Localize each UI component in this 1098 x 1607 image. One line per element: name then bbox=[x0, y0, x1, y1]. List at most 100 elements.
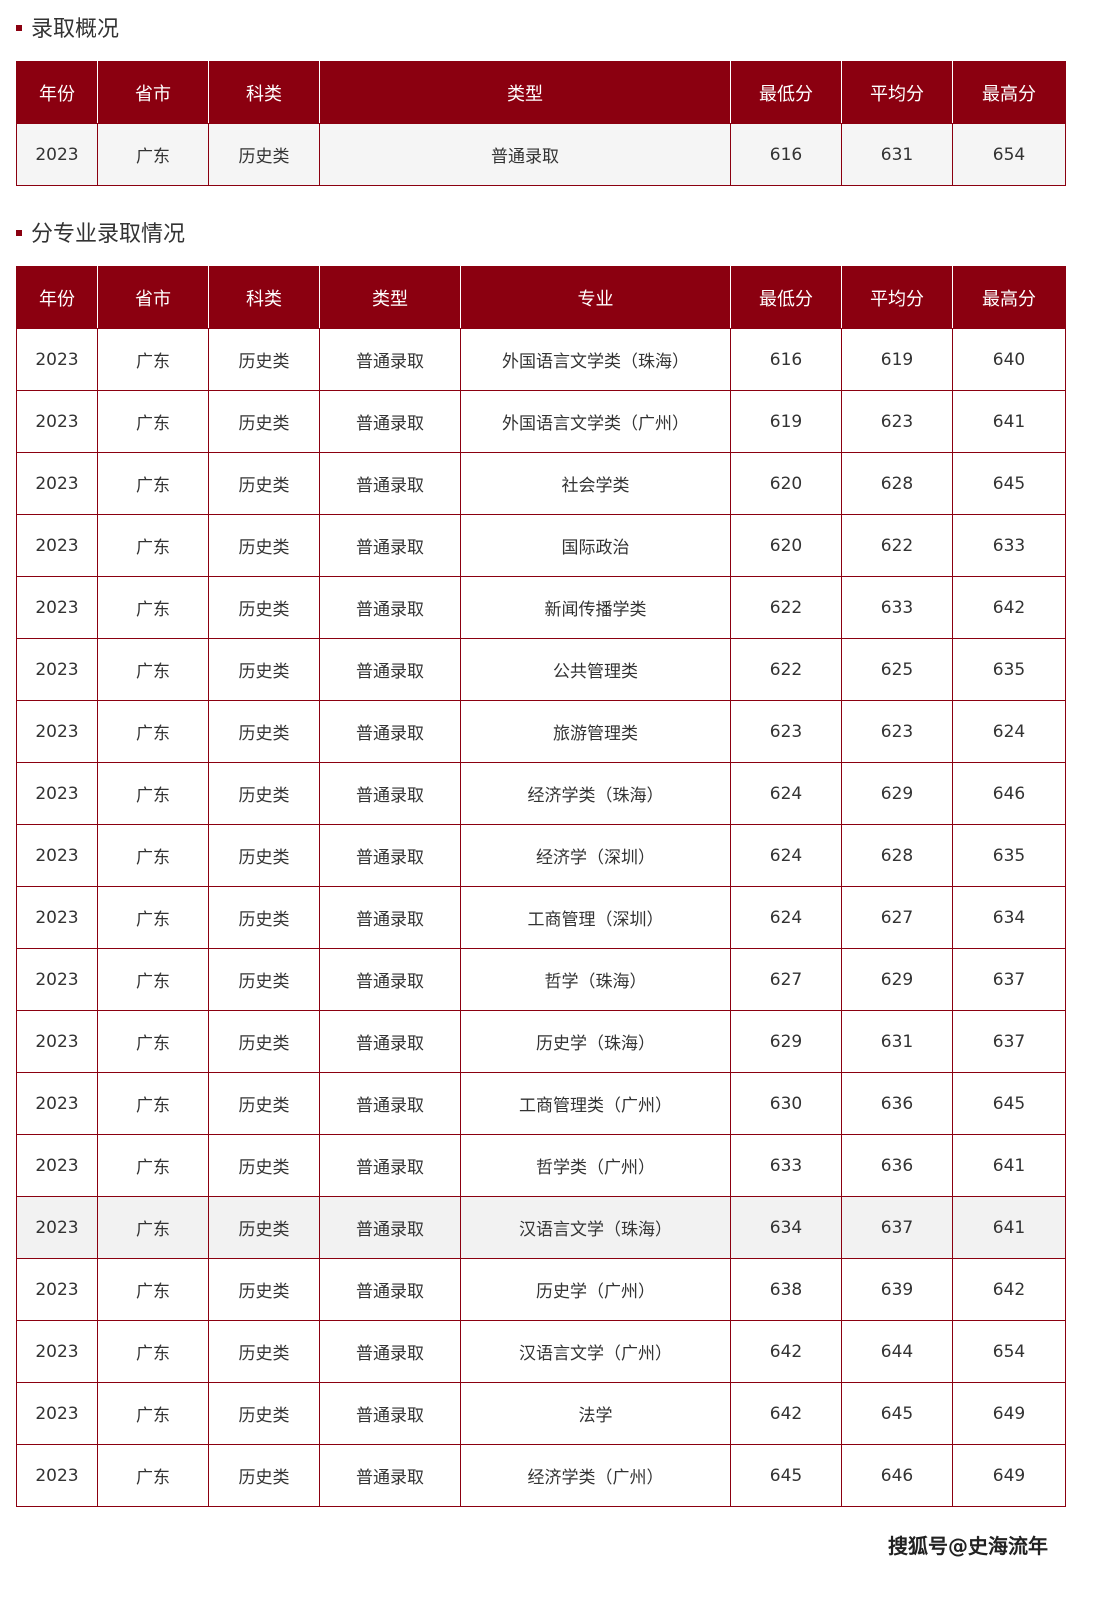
column-header: 科类 bbox=[208, 61, 320, 124]
table-row: 2023 广东 历史类 普通录取 哲学类（广州） 633 636 641 bbox=[16, 1134, 1066, 1197]
table-cell: 642 bbox=[952, 1258, 1066, 1321]
table-cell: 2023 bbox=[16, 1444, 98, 1507]
table-cell: 622 bbox=[730, 638, 842, 701]
table-cell: 普通录取 bbox=[319, 1258, 461, 1321]
table-cell: 广东 bbox=[97, 390, 209, 453]
table-cell: 经济学类（广州） bbox=[460, 1444, 731, 1507]
table-cell: 2023 bbox=[16, 886, 98, 949]
table-cell: 630 bbox=[730, 1072, 842, 1135]
table-header-row: 年份 省市 科类 类型 最低分 平均分 最高分 bbox=[16, 61, 1066, 124]
table-cell: 2023 bbox=[16, 1010, 98, 1073]
table-cell: 640 bbox=[952, 328, 1066, 391]
table-cell: 654 bbox=[952, 1320, 1066, 1383]
table-cell: 历史类 bbox=[208, 886, 320, 949]
table-cell: 普通录取 bbox=[319, 390, 461, 453]
table-cell: 广东 bbox=[97, 452, 209, 515]
table-cell: 641 bbox=[952, 1196, 1066, 1259]
column-header: 最高分 bbox=[952, 61, 1066, 124]
table-cell: 历史类 bbox=[208, 576, 320, 639]
table-cell: 624 bbox=[730, 886, 842, 949]
table-cell: 622 bbox=[841, 514, 953, 577]
table-cell: 广东 bbox=[97, 1072, 209, 1135]
table-row: 2023 广东 历史类 普通录取 哲学（珠海） 627 629 637 bbox=[16, 948, 1066, 1011]
column-header: 类型 bbox=[319, 266, 461, 329]
table-cell: 633 bbox=[841, 576, 953, 639]
table-cell: 外国语言文学类（广州） bbox=[460, 390, 731, 453]
table-cell: 普通录取 bbox=[319, 328, 461, 391]
table-cell: 广东 bbox=[97, 638, 209, 701]
table-cell: 哲学（珠海） bbox=[460, 948, 731, 1011]
table-cell: 历史类 bbox=[208, 824, 320, 887]
column-header: 平均分 bbox=[841, 266, 953, 329]
table-cell: 2023 bbox=[16, 700, 98, 763]
column-header: 最低分 bbox=[730, 61, 842, 124]
table-cell: 普通录取 bbox=[319, 1196, 461, 1259]
column-header: 科类 bbox=[208, 266, 320, 329]
table-cell: 628 bbox=[841, 824, 953, 887]
table-cell: 622 bbox=[730, 576, 842, 639]
table-cell: 历史类 bbox=[208, 390, 320, 453]
table-row: 2023 广东 历史类 普通录取 616 631 654 bbox=[16, 123, 1066, 186]
table-cell: 广东 bbox=[97, 123, 209, 186]
table-cell: 历史类 bbox=[208, 452, 320, 515]
table-cell: 经济学类（珠海） bbox=[460, 762, 731, 825]
table-cell: 2023 bbox=[16, 1072, 98, 1135]
table-cell: 2023 bbox=[16, 948, 98, 1011]
table-cell: 629 bbox=[841, 762, 953, 825]
table-row: 2023 广东 历史类 普通录取 新闻传播学类 622 633 642 bbox=[16, 576, 1066, 639]
table-cell: 2023 bbox=[16, 1134, 98, 1197]
watermark: 搜狐号@史海流年 bbox=[888, 1534, 1048, 1558]
table-cell: 普通录取 bbox=[319, 1010, 461, 1073]
table-cell: 新闻传播学类 bbox=[460, 576, 731, 639]
table-cell: 2023 bbox=[16, 638, 98, 701]
table-cell: 广东 bbox=[97, 576, 209, 639]
table-cell: 普通录取 bbox=[319, 514, 461, 577]
table-cell: 623 bbox=[730, 700, 842, 763]
table-cell: 649 bbox=[952, 1382, 1066, 1445]
table-cell: 2023 bbox=[16, 762, 98, 825]
column-header: 年份 bbox=[16, 266, 98, 329]
table-cell: 636 bbox=[841, 1072, 953, 1135]
table-row: 2023 广东 历史类 普通录取 汉语言文学（珠海） 634 637 641 bbox=[16, 1196, 1066, 1259]
table-cell: 普通录取 bbox=[319, 886, 461, 949]
table-cell: 普通录取 bbox=[319, 576, 461, 639]
table-cell: 619 bbox=[841, 328, 953, 391]
table-cell: 历史类 bbox=[208, 328, 320, 391]
table-cell: 公共管理类 bbox=[460, 638, 731, 701]
table-cell: 649 bbox=[952, 1444, 1066, 1507]
column-header: 平均分 bbox=[841, 61, 953, 124]
table-cell: 工商管理类（广州） bbox=[460, 1072, 731, 1135]
table-cell: 国际政治 bbox=[460, 514, 731, 577]
table-row: 2023 广东 历史类 普通录取 历史学（广州） 638 639 642 bbox=[16, 1258, 1066, 1321]
table-cell: 历史类 bbox=[208, 762, 320, 825]
table-cell: 普通录取 bbox=[319, 123, 731, 186]
table-cell: 历史类 bbox=[208, 638, 320, 701]
table-row: 2023 广东 历史类 普通录取 汉语言文学（广州） 642 644 654 bbox=[16, 1320, 1066, 1383]
table-row: 2023 广东 历史类 普通录取 经济学（深圳） 624 628 635 bbox=[16, 824, 1066, 887]
table-cell: 哲学类（广州） bbox=[460, 1134, 731, 1197]
table-cell: 636 bbox=[841, 1134, 953, 1197]
table-cell: 历史类 bbox=[208, 700, 320, 763]
table-header-row: 年份 省市 科类 类型 专业 最低分 平均分 最高分 bbox=[16, 266, 1066, 329]
section-title-majors: 分专业录取情况 bbox=[16, 216, 185, 248]
table-cell: 汉语言文学（珠海） bbox=[460, 1196, 731, 1259]
major-admission-table: 年份 省市 科类 类型 专业 最低分 平均分 最高分 2023 广东 历史类 普通录取 外国语言文学类… bbox=[16, 266, 1066, 1507]
column-header: 省市 bbox=[97, 61, 209, 124]
table-cell: 616 bbox=[730, 328, 842, 391]
table-cell: 627 bbox=[841, 886, 953, 949]
table-cell: 广东 bbox=[97, 948, 209, 1011]
table-cell: 624 bbox=[952, 700, 1066, 763]
table-cell: 历史类 bbox=[208, 1072, 320, 1135]
column-header: 最低分 bbox=[730, 266, 842, 329]
table-cell: 普通录取 bbox=[319, 762, 461, 825]
column-header: 省市 bbox=[97, 266, 209, 329]
section-title-text: 录取概况 bbox=[31, 17, 120, 42]
table-cell: 624 bbox=[730, 824, 842, 887]
table-cell: 631 bbox=[841, 1010, 953, 1073]
table-cell: 普通录取 bbox=[319, 700, 461, 763]
table-cell: 637 bbox=[952, 1010, 1066, 1073]
table-cell: 普通录取 bbox=[319, 1444, 461, 1507]
table-cell: 641 bbox=[952, 1134, 1066, 1197]
table-row: 2023 广东 历史类 普通录取 外国语言文学类（珠海） 616 619 640 bbox=[16, 328, 1066, 391]
table-cell: 历史类 bbox=[208, 1320, 320, 1383]
